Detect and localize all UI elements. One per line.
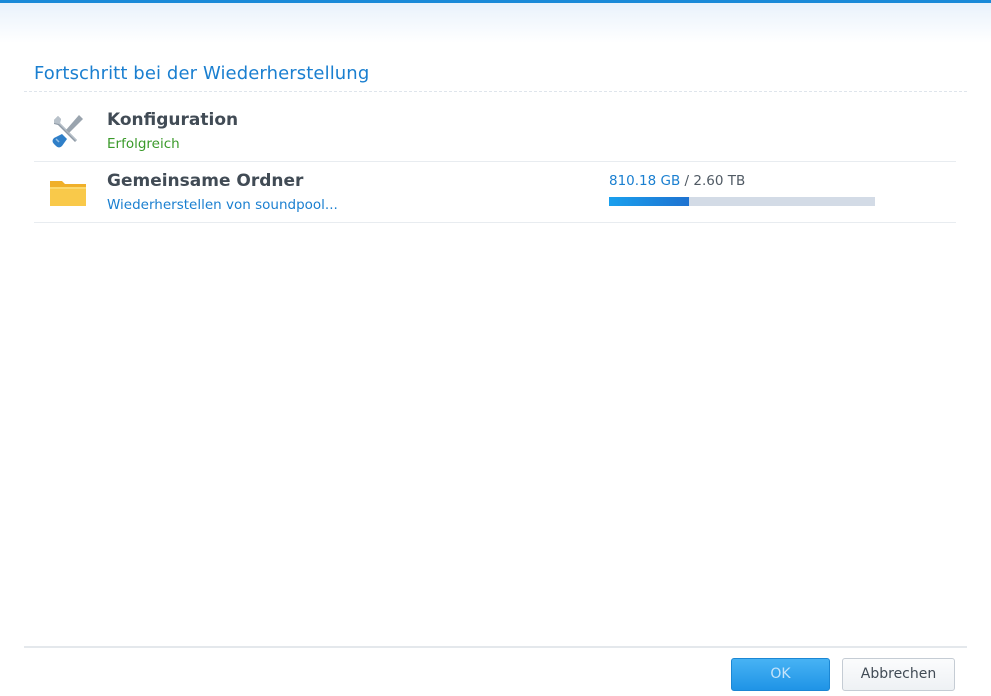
tools-icon [48,111,88,151]
task-status: Erfolgreich [107,136,180,152]
size-separator: / [680,173,694,189]
progress-bar-fill [609,197,689,206]
window-header-gradient [0,3,991,43]
task-row-configuration: Konfiguration Erfolgreich [34,101,956,162]
title-divider [24,91,967,92]
task-status: Wiederherstellen von soundpool... [107,197,338,213]
ok-button[interactable]: OK [731,658,830,691]
progress-bar [609,197,875,206]
total-amount: 2.60 TB [693,173,746,189]
task-name: Gemeinsame Ordner [107,171,304,191]
task-name: Konfiguration [107,110,239,130]
task-row-shared-folders: Gemeinsame Ordner Wiederherstellen von s… [34,162,956,223]
transferred-amount: 810.18 GB [609,173,681,189]
folder-icon [48,172,88,212]
transfer-size: 810.18 GB / 2.60 TB [609,173,745,189]
footer-divider [24,646,967,648]
dialog-title: Fortschritt bei der Wiederherstellung [34,63,370,84]
cancel-button[interactable]: Abbrechen [842,658,955,691]
